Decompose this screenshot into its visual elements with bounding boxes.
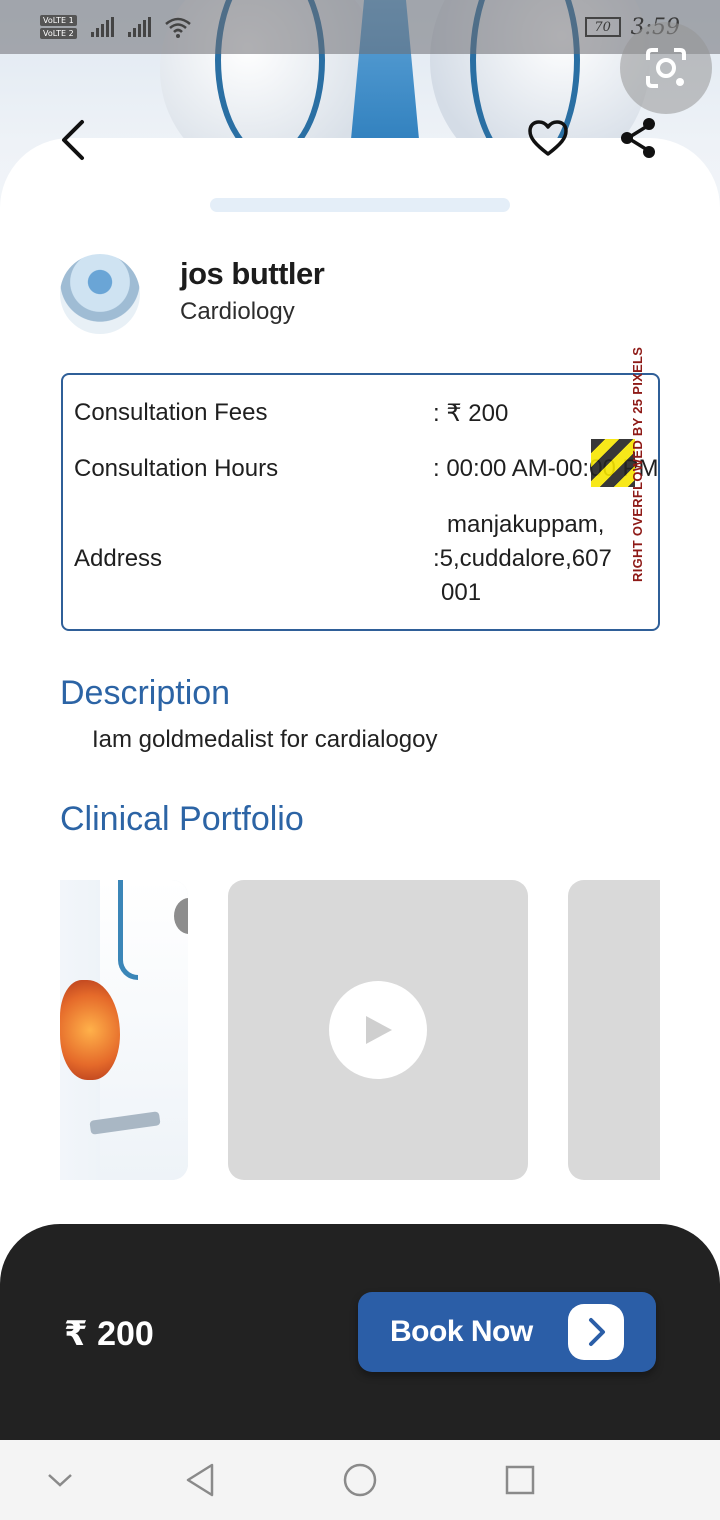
nav-hide-button[interactable] xyxy=(38,1458,82,1502)
address-label: Address xyxy=(74,545,163,572)
signal-1-icon xyxy=(90,17,114,37)
hours-label: Consultation Hours xyxy=(74,455,279,482)
book-now-label: Book Now xyxy=(390,1315,533,1348)
overflow-indicator xyxy=(591,439,635,487)
consultation-info-card: Consultation Fees : ₹ 200 Consultation H… xyxy=(61,373,660,631)
doctor-avatar xyxy=(60,254,140,334)
portfolio-image-tile[interactable] xyxy=(60,880,188,1180)
fees-value: : ₹ 200 xyxy=(433,400,509,427)
description-text: Iam goldmedalist for cardialogoy xyxy=(92,726,438,753)
address-line-1: manjakuppam, xyxy=(447,511,605,538)
portfolio-title: Clinical Portfolio xyxy=(60,800,304,838)
heart-icon xyxy=(528,120,568,156)
fees-label: Consultation Fees xyxy=(74,399,268,426)
nav-home-button[interactable] xyxy=(338,1458,382,1502)
nav-down-icon xyxy=(48,1474,72,1487)
volte-indicator: VoLTE 1 VoLTE 2 xyxy=(40,15,77,39)
share-button[interactable] xyxy=(612,112,664,164)
nav-recents-button[interactable] xyxy=(498,1458,542,1502)
overflow-warning: RIGHT OVERFLOWED BY 25 PIXELS xyxy=(630,346,645,582)
nav-back-button[interactable] xyxy=(178,1458,222,1502)
book-arrow-button xyxy=(568,1304,624,1360)
back-button[interactable] xyxy=(50,112,94,168)
lens-icon xyxy=(646,48,686,88)
nav-recents-icon xyxy=(505,1465,535,1495)
description-title: Description xyxy=(60,674,231,712)
signal-2-icon xyxy=(127,17,151,37)
wifi-icon xyxy=(164,17,191,38)
play-icon xyxy=(366,1016,392,1044)
system-nav-bar xyxy=(0,1440,720,1520)
favorite-button[interactable] xyxy=(522,112,574,164)
nav-home-icon xyxy=(343,1463,377,1497)
play-button[interactable] xyxy=(329,981,427,1079)
address-line-3: 001 xyxy=(441,579,482,606)
back-arrow-icon xyxy=(62,120,84,160)
book-now-button[interactable]: Book Now xyxy=(358,1292,656,1372)
battery-icon: 70 xyxy=(584,17,621,37)
portfolio-carousel[interactable] xyxy=(60,880,660,1180)
status-bar: VoLTE 1 VoLTE 2 70 3:59 xyxy=(0,0,720,54)
share-icon xyxy=(621,118,655,158)
nav-back-icon xyxy=(186,1463,214,1497)
booking-price: ₹ 200 xyxy=(64,1315,154,1353)
booking-bar: ₹ 200 Book Now xyxy=(0,1224,720,1440)
doctor-name: jos buttler xyxy=(180,256,325,291)
drag-handle[interactable] xyxy=(210,198,510,212)
chevron-right-icon xyxy=(589,1318,605,1346)
lens-button[interactable] xyxy=(620,22,712,114)
address-line-2: :5,cuddalore,607 xyxy=(433,545,612,572)
portfolio-tile-partial[interactable] xyxy=(568,880,660,1180)
portfolio-video-tile[interactable] xyxy=(228,880,528,1180)
doctor-specialty: Cardiology xyxy=(180,298,295,325)
